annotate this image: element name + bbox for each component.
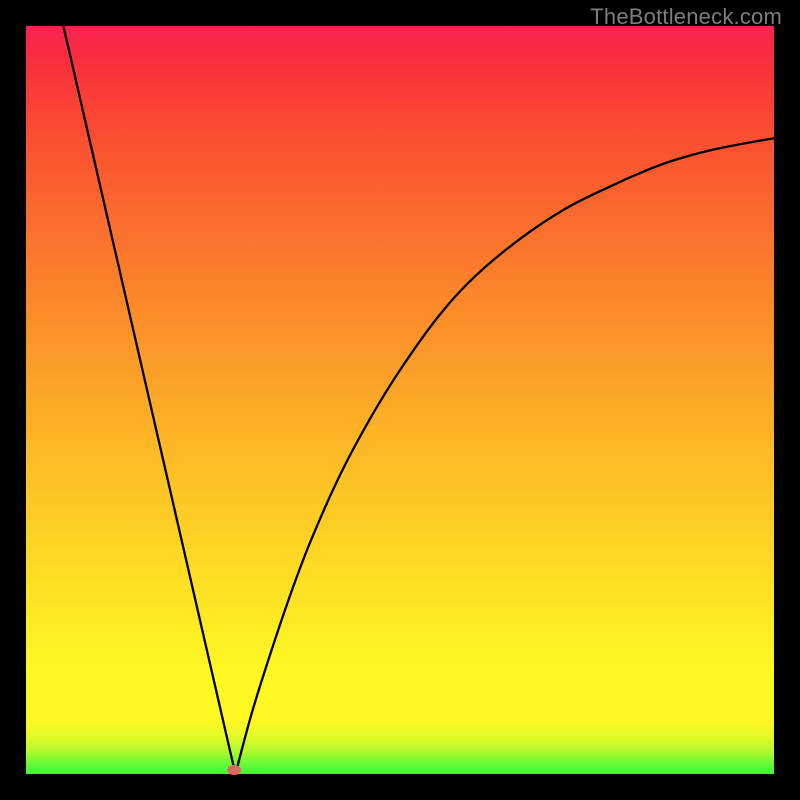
plot-area [26, 26, 774, 774]
curve-svg [26, 26, 774, 774]
curve-left-branch [63, 26, 235, 774]
curve-right-branch [235, 138, 774, 774]
minimum-marker [227, 765, 241, 775]
chart-frame: TheBottleneck.com [0, 0, 800, 800]
